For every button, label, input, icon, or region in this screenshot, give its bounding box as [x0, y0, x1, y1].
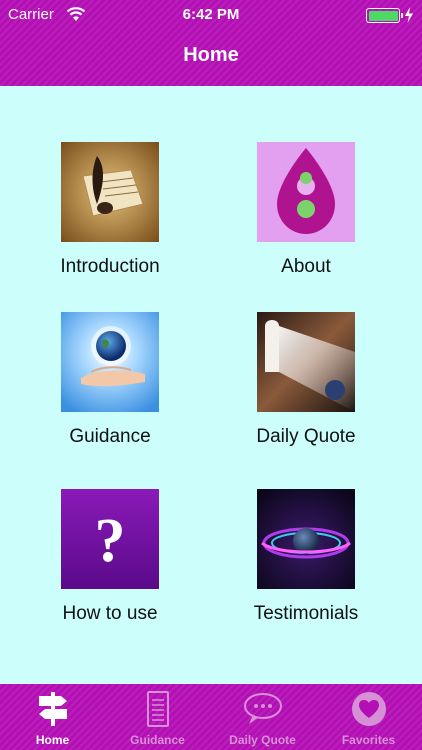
tab-label: Favorites: [341, 733, 396, 747]
light-door-icon: [257, 312, 355, 412]
tile-how-to-use[interactable]: ? How to use: [25, 489, 195, 625]
page-title: Home: [183, 44, 239, 66]
tab-favorites[interactable]: Favorites: [315, 684, 422, 750]
tab-bar: Home Guidance Daily Quote Favorites: [0, 684, 422, 750]
tile-label: Daily Quote: [256, 426, 356, 447]
charging-bolt-icon: [405, 7, 413, 23]
tab-label: Home: [35, 733, 70, 747]
clock: 6:42 PM: [182, 6, 240, 23]
signpost-icon: [38, 692, 67, 726]
tile-label: How to use: [62, 603, 158, 624]
nav-header: Carrier 6:42 PM Home: [0, 0, 422, 86]
tab-label: Daily Quote: [229, 733, 296, 747]
status-bar: Carrier 6:42 PM: [0, 0, 422, 30]
earth-in-hand-icon: [61, 312, 159, 412]
tile-introduction[interactable]: Introduction: [25, 142, 195, 278]
tile-about[interactable]: About: [221, 142, 391, 278]
battery-icon: [366, 8, 403, 23]
tab-home[interactable]: Home: [0, 684, 105, 750]
tile-label: Testimonials: [253, 603, 359, 624]
tile-label: Introduction: [60, 256, 160, 277]
tile-daily-quote[interactable]: Daily Quote: [221, 312, 391, 448]
planet-ring-icon: [257, 489, 355, 589]
heart-icon: [351, 692, 386, 726]
tile-label: About: [281, 256, 331, 277]
tab-daily-quote[interactable]: Daily Quote: [210, 684, 315, 750]
svg-text:?: ?: [95, 507, 126, 575]
purple-drop-icon: [257, 142, 355, 242]
tile-label: Guidance: [69, 426, 151, 447]
speech-bubble-icon: [243, 693, 282, 724]
question-mark-icon: ?: [61, 489, 159, 589]
quill-paper-icon: [61, 142, 159, 242]
tab-label: Guidance: [130, 733, 185, 747]
tile-guidance[interactable]: Guidance: [25, 312, 195, 448]
document-icon: [146, 691, 169, 727]
tab-guidance[interactable]: Guidance: [105, 684, 210, 750]
tile-testimonials[interactable]: Testimonials: [221, 489, 391, 625]
